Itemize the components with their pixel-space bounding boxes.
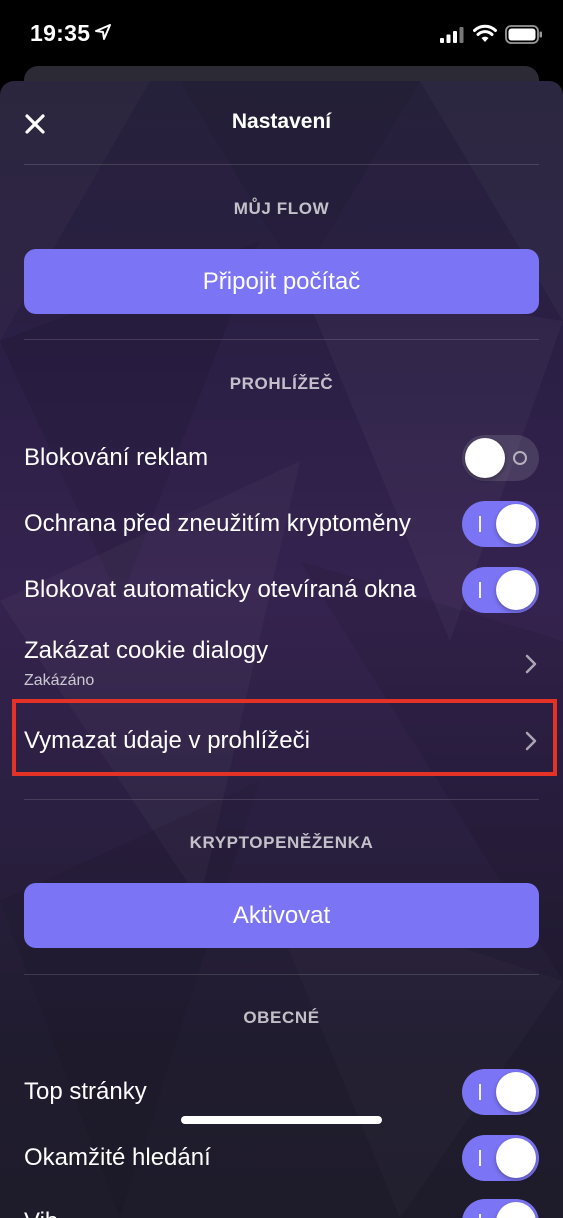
page-title: Nastavení	[231, 110, 332, 133]
cookie-dialogs-status: Zakázáno	[24, 672, 95, 689]
ad-blocking-toggle[interactable]	[462, 435, 539, 481]
status-time: 19:35	[30, 20, 91, 46]
home-indicator[interactable]	[181, 1116, 382, 1124]
settings-sheet: Nastavení MŮJ FLOW Připojit počítač PROH…	[0, 81, 563, 1218]
divider	[24, 974, 539, 975]
status-bar: 19:35	[0, 0, 563, 66]
crypto-protection-toggle[interactable]	[462, 501, 539, 547]
divider	[24, 799, 539, 800]
section-title-general: OBECNÉ	[243, 1008, 320, 1027]
instant-search-toggle[interactable]	[462, 1135, 539, 1181]
activate-wallet-button[interactable]: Aktivovat	[24, 883, 539, 948]
connect-computer-button[interactable]: Připojit počítač	[24, 249, 539, 314]
divider	[24, 339, 539, 340]
instant-search-label: Okamžité hledání	[24, 1144, 211, 1171]
location-arrow-icon	[95, 24, 111, 40]
divider	[24, 164, 539, 165]
section-title-wallet: KRYPTOPENĚŽENKA	[189, 833, 374, 852]
popup-blocking-toggle[interactable]	[462, 567, 539, 613]
battery-icon	[505, 25, 542, 44]
top-sites-toggle[interactable]	[462, 1069, 539, 1115]
highlight-box	[12, 699, 557, 776]
ad-blocking-label: Blokování reklam	[24, 444, 209, 471]
vibration-label: Vib	[24, 1208, 58, 1218]
popup-blocking-label: Blokovat automaticky otevíraná okna	[24, 576, 417, 603]
cookie-dialogs-label[interactable]: Zakázat cookie dialogy	[24, 637, 268, 665]
section-title-browser: PROHLÍŽEČ	[229, 374, 334, 393]
chevron-right-icon[interactable]	[524, 653, 538, 675]
vibration-toggle[interactable]	[462, 1199, 539, 1218]
wifi-icon	[473, 24, 497, 42]
cellular-signal-icon	[440, 27, 464, 43]
crypto-protection-label: Ochrana před zneužitím kryptoměny	[24, 510, 411, 537]
top-sites-label: Top stránky	[24, 1078, 147, 1105]
section-title-my-flow: MŮJ FLOW	[233, 199, 330, 218]
